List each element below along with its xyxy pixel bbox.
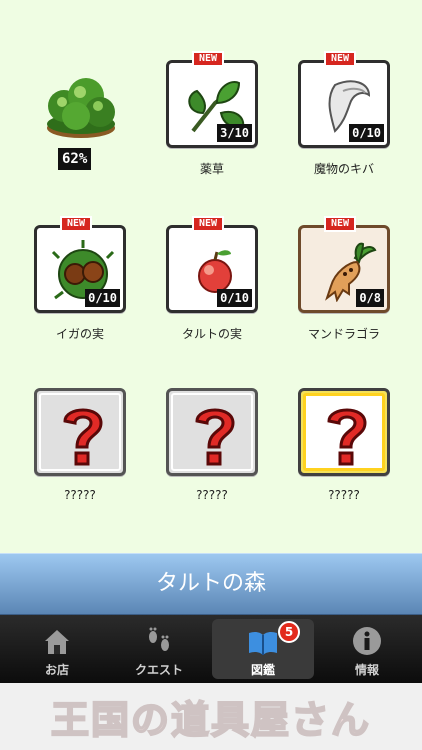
- item-count: 0/10: [217, 289, 252, 307]
- item-card: 0/10: [298, 60, 390, 148]
- item-count: 0/8: [356, 289, 384, 307]
- new-badge: NEW: [324, 216, 356, 232]
- bush-icon: [47, 78, 115, 138]
- tab-label: お店: [44, 663, 69, 677]
- footprints-icon: [149, 627, 169, 651]
- item-count: 0/10: [349, 124, 384, 142]
- item-name: 魔物のキバ: [313, 162, 374, 176]
- item-card: 3/10: [166, 60, 258, 148]
- new-badge: NEW: [324, 51, 356, 67]
- item-card: [34, 388, 126, 476]
- item-card: [166, 388, 258, 476]
- tab-bar: お店 クエスト 5 図鑑 情報: [0, 615, 422, 683]
- notification-badge: 5: [278, 621, 300, 643]
- tab-encyclopedia[interactable]: 5 図鑑: [212, 619, 314, 679]
- tab-info[interactable]: 情報: [316, 619, 418, 679]
- tab-quest[interactable]: クエスト: [108, 619, 210, 679]
- item-name: ?????: [328, 488, 360, 502]
- item-name: マンドラゴラ: [307, 327, 380, 341]
- item-count: 0/10: [85, 289, 120, 307]
- item-card: [298, 388, 390, 476]
- question-mark-icon: [63, 408, 103, 466]
- book-icon: [249, 631, 277, 655]
- item-card: 0/10: [34, 225, 126, 313]
- tab-shop[interactable]: お店: [6, 619, 108, 679]
- completion-progress: 62%: [36, 60, 126, 175]
- info-icon: [353, 627, 381, 655]
- house-icon: [45, 630, 69, 654]
- app-title: 王国の道具屋さん: [50, 697, 371, 743]
- item-name: 薬草: [199, 162, 224, 176]
- new-badge: NEW: [60, 216, 92, 232]
- question-mark-icon: [195, 408, 235, 466]
- item-name: イガの実: [55, 327, 104, 341]
- tab-label: クエスト: [134, 663, 183, 677]
- item-name: タルトの実: [181, 327, 242, 341]
- item-card: 0/8: [298, 225, 390, 313]
- new-badge: NEW: [192, 51, 224, 67]
- app-title-banner: 王国の道具屋さん: [0, 683, 422, 750]
- tab-label: 図鑑: [250, 663, 275, 677]
- location-title: タルトの森: [0, 553, 422, 615]
- item-count: 3/10: [217, 124, 252, 142]
- item-name: ?????: [196, 488, 228, 502]
- item-name: ?????: [64, 488, 96, 502]
- completion-percent: 62%: [58, 148, 92, 170]
- question-mark-icon: [327, 408, 367, 466]
- new-badge: NEW: [192, 216, 224, 232]
- tab-label: 情報: [354, 663, 379, 677]
- item-card: 0/10: [166, 225, 258, 313]
- collection-grid: 62% 3/10 NEW 薬草 0/10 NEW 魔物のキバ 0/10 NEW …: [0, 0, 422, 553]
